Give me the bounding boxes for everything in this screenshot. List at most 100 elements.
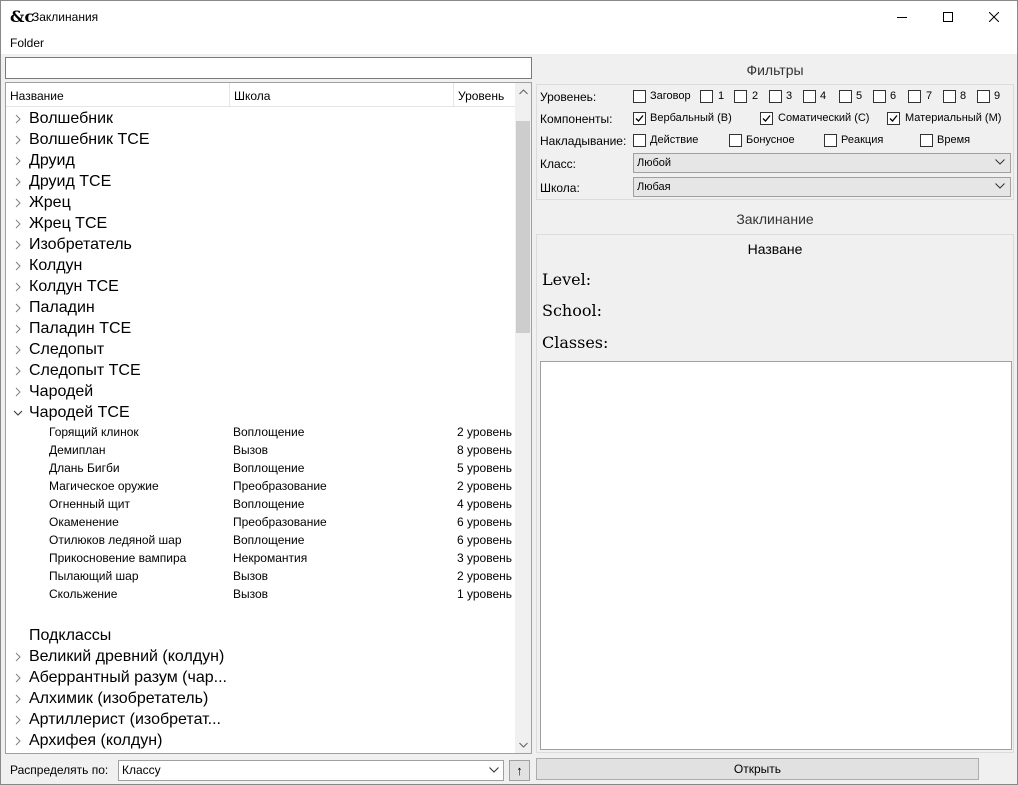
expand-arrow[interactable] [13,176,23,187]
chevron-right-icon[interactable] [13,673,23,683]
chevron-down-icon[interactable] [13,408,23,418]
expand-arrow[interactable] [13,218,23,229]
column-header-school[interactable]: Школа [230,83,454,107]
casting-checkbox-label[interactable]: Действие [650,134,698,146]
expand-arrow[interactable] [13,714,23,725]
chevron-right-icon[interactable] [13,261,23,271]
column-header-name[interactable]: Название [6,83,230,107]
level-checkbox-label[interactable]: 7 [926,90,932,102]
expand-arrow[interactable] [13,134,23,145]
chevron-right-icon[interactable] [13,715,23,725]
tree-spell-row[interactable]: Отилюков ледяной шар Воплощение 6 уровень [6,531,515,549]
level-checkbox[interactable] [633,90,646,103]
level-checkbox[interactable] [943,90,956,103]
level-checkbox-label[interactable]: 5 [856,90,862,102]
tree-spell-row[interactable]: Окаменение Преобразование 6 уровень [6,513,515,531]
chevron-right-icon[interactable] [13,324,23,334]
chevron-right-icon[interactable] [13,345,23,355]
scroll-thumb[interactable] [516,121,530,333]
level-checkbox-label[interactable]: 8 [960,90,966,102]
casting-checkbox[interactable] [920,134,933,147]
chevron-right-icon[interactable] [13,736,23,746]
tree-spell-row[interactable]: Длань Бигби Воплощение 5 уровень [6,459,515,477]
expand-arrow[interactable] [13,407,23,417]
open-button[interactable]: Открыть [536,758,979,780]
search-input[interactable] [5,57,532,79]
tree-spell-row[interactable]: Скольжение Вызов 1 уровень [6,585,515,603]
sort-select[interactable]: Классу [118,760,504,781]
tree-group-row[interactable]: Чародей TCE [6,402,515,423]
component-checkbox-label[interactable]: Соматический (С) [778,112,869,124]
tree-spell-row[interactable]: Горящий клинок Воплощение 2 уровень [6,423,515,441]
tree-group-row[interactable]: Следопыт [6,339,515,360]
class-select[interactable]: Любой [633,153,1011,173]
expand-arrow[interactable] [13,365,23,376]
expand-arrow[interactable] [13,239,23,250]
level-checkbox[interactable] [803,90,816,103]
tree-group-row[interactable]: Друид [6,150,515,171]
expand-arrow[interactable] [13,735,23,746]
spell-description[interactable] [540,361,1012,750]
tree-spell-row[interactable]: Огненный щит Воплощение 4 уровень [6,495,515,513]
tree-group-row[interactable]: Паладин TCE [6,318,515,339]
chevron-right-icon[interactable] [13,240,23,250]
level-checkbox[interactable] [734,90,747,103]
expand-arrow[interactable] [13,302,23,313]
tree-group-row[interactable]: Паладин [6,297,515,318]
tree-spell-row[interactable]: Демиплан Вызов 8 уровень [6,441,515,459]
level-checkbox-label[interactable]: 2 [752,90,758,102]
school-select[interactable]: Любая [633,177,1011,197]
casting-checkbox-label[interactable]: Бонусное [746,134,795,146]
tree-group-row[interactable]: Чародей [6,381,515,402]
title-bar[interactable]: &c Заклинания [1,1,1017,32]
tree-group-row[interactable]: Друид TCE [6,171,515,192]
tree-subclass-row[interactable]: Аберрантный разум (чар... [6,667,515,688]
tree-group-row[interactable]: Колдун TCE [6,276,515,297]
expand-arrow[interactable] [13,281,23,292]
tree-subclass-row[interactable]: Великий древний (колдун) [6,646,515,667]
chevron-right-icon[interactable] [13,156,23,166]
casting-checkbox-label[interactable]: Время [937,134,970,146]
component-checkbox-label[interactable]: Вербальный (В) [650,112,732,124]
expand-arrow[interactable] [13,155,23,166]
tree-scrollbar[interactable] [515,83,531,753]
level-checkbox-label[interactable]: 3 [786,90,792,102]
tree-group-row[interactable]: Волшебник [6,108,515,129]
tree-group-row[interactable]: Следопыт TCE [6,360,515,381]
expand-arrow[interactable] [13,672,23,683]
sort-direction-button[interactable]: ↑ [509,760,530,781]
expand-arrow[interactable] [13,113,23,124]
close-button[interactable] [971,1,1017,32]
chevron-right-icon[interactable] [13,219,23,229]
component-checkbox[interactable] [633,112,646,125]
tree-group-row[interactable]: Изобретатель [6,234,515,255]
scroll-down-button[interactable] [515,736,531,753]
tree-subclass-row[interactable]: Артиллерист (изобретат... [6,709,515,730]
column-header-level[interactable]: Уровень [454,83,515,107]
tree-group-row[interactable]: Жрец [6,192,515,213]
chevron-right-icon[interactable] [13,694,23,704]
tree-spell-row[interactable]: Пылающий шар Вызов 2 уровень [6,567,515,585]
expand-arrow[interactable] [13,386,23,397]
casting-checkbox[interactable] [633,134,646,147]
tree-subclass-row[interactable]: Алхимик (изобретатель) [6,688,515,709]
expand-arrow[interactable] [13,323,23,334]
chevron-right-icon[interactable] [13,366,23,376]
level-checkbox-label[interactable]: 9 [994,90,1000,102]
level-checkbox-label[interactable]: 4 [820,90,826,102]
maximize-button[interactable] [925,1,971,32]
component-checkbox[interactable] [887,112,900,125]
level-checkbox[interactable] [873,90,886,103]
casting-checkbox[interactable] [729,134,742,147]
component-checkbox[interactable] [760,112,773,125]
level-checkbox-label[interactable]: 6 [890,90,896,102]
chevron-right-icon[interactable] [13,387,23,397]
chevron-right-icon[interactable] [13,135,23,145]
tree-group-row[interactable]: Волшебник TCE [6,129,515,150]
expand-arrow[interactable] [13,344,23,355]
component-checkbox-label[interactable]: Материальный (М) [905,112,1001,124]
level-checkbox[interactable] [769,90,782,103]
chevron-right-icon[interactable] [13,303,23,313]
scroll-up-button[interactable] [515,83,531,100]
tree-subclass-row[interactable]: Архифея (колдун) [6,730,515,751]
